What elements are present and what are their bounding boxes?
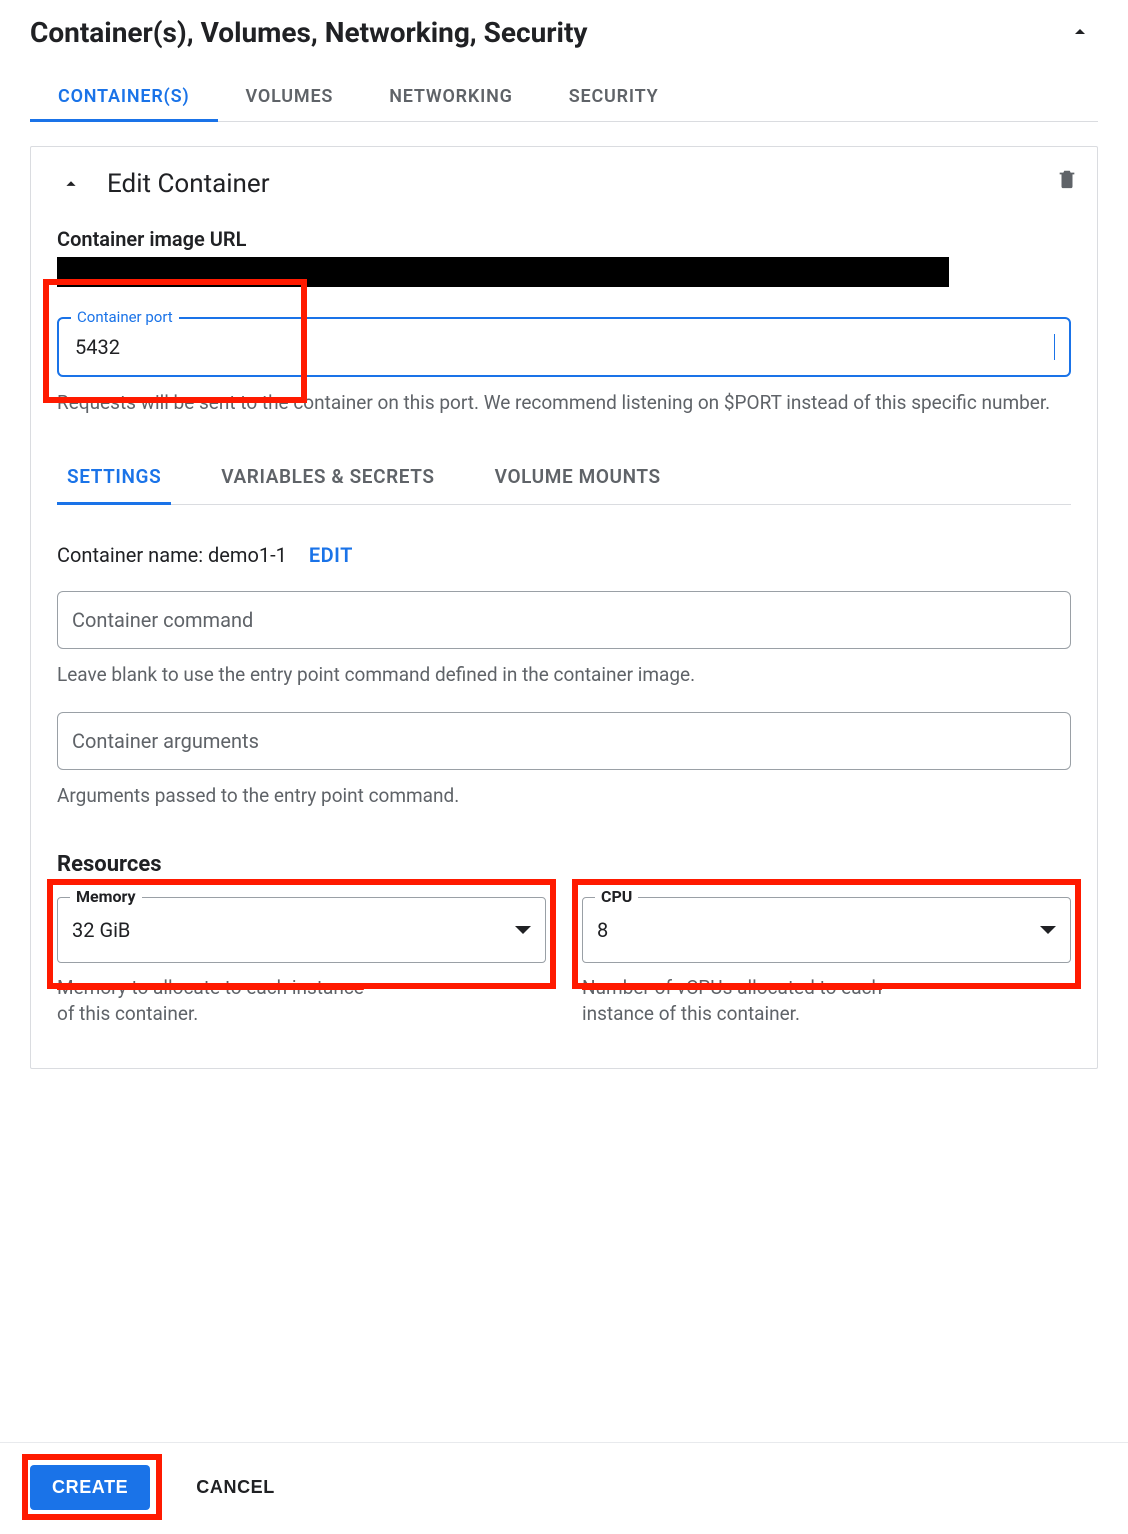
tab-volume-mounts[interactable]: VOLUME MOUNTS <box>485 453 671 504</box>
tab-networking[interactable]: NETWORKING <box>361 72 541 121</box>
edit-container-name-link[interactable]: EDIT <box>309 543 353 567</box>
tab-security[interactable]: SECURITY <box>541 72 687 121</box>
resources-title: Resources <box>57 852 1071 877</box>
chevron-down-icon <box>1040 926 1056 934</box>
text-caret <box>1054 334 1055 360</box>
container-name-value: demo1-1 <box>208 543 287 567</box>
trash-icon <box>1056 168 1078 190</box>
container-panel-title: Edit Container <box>107 169 270 199</box>
edit-container-card: Edit Container Container image URL Conta… <box>30 146 1098 1069</box>
memory-hint-line1: Memory to allocate to each instance <box>57 975 546 1002</box>
container-command-placeholder: Container command <box>72 608 253 632</box>
memory-hint-line2: of this container. <box>57 1001 546 1028</box>
chevron-up-icon <box>1068 20 1092 44</box>
chevron-down-icon <box>515 926 531 934</box>
container-port-label: Container port <box>71 308 179 326</box>
container-command-hint: Leave blank to use the entry point comma… <box>57 661 1071 689</box>
container-args-hint: Arguments passed to the entry point comm… <box>57 782 1071 810</box>
container-port-hint: Requests will be sent to the container o… <box>57 389 1071 417</box>
tab-containers[interactable]: CONTAINER(S) <box>30 72 218 121</box>
cpu-value: 8 <box>597 918 608 942</box>
cancel-button[interactable]: CANCEL <box>190 1476 281 1499</box>
container-name-label: Container name: demo1-1 <box>57 543 287 567</box>
image-url-label: Container image URL <box>57 227 1071 251</box>
section-tabs: CONTAINER(S) VOLUMES NETWORKING SECURITY <box>30 72 1098 122</box>
cpu-hint-line2: instance of this container. <box>582 1001 1071 1028</box>
container-sub-tabs: SETTINGS VARIABLES & SECRETS VOLUME MOUN… <box>57 453 1071 505</box>
chevron-up-icon <box>60 173 82 195</box>
container-command-input[interactable]: Container command <box>57 591 1071 649</box>
section-title: Container(s), Volumes, Networking, Secur… <box>30 16 588 49</box>
delete-container-button[interactable] <box>1053 165 1081 193</box>
tab-volumes[interactable]: VOLUMES <box>218 72 362 121</box>
memory-select[interactable]: Memory 32 GiB <box>57 897 546 963</box>
tab-variables-secrets[interactable]: VARIABLES & SECRETS <box>211 453 444 504</box>
memory-label: Memory <box>70 887 142 906</box>
container-port-field[interactable]: Container port <box>57 317 1071 377</box>
container-args-placeholder: Container arguments <box>72 729 259 753</box>
cpu-label: CPU <box>595 887 638 906</box>
cpu-select[interactable]: CPU 8 <box>582 897 1071 963</box>
collapse-section-button[interactable] <box>1062 14 1098 50</box>
create-button[interactable]: CREATE <box>30 1465 150 1510</box>
footer-bar: CREATE CANCEL <box>0 1442 1128 1534</box>
container-args-input[interactable]: Container arguments <box>57 712 1071 770</box>
memory-value: 32 GiB <box>72 918 130 942</box>
section-header: Container(s), Volumes, Networking, Secur… <box>0 0 1128 58</box>
cpu-hint-line1: Number of vCPUs allocated to each <box>582 975 1071 1002</box>
collapse-container-button[interactable] <box>57 170 85 198</box>
image-url-value-redacted <box>57 257 949 287</box>
tab-settings[interactable]: SETTINGS <box>57 453 171 504</box>
container-port-input[interactable] <box>73 334 1055 360</box>
